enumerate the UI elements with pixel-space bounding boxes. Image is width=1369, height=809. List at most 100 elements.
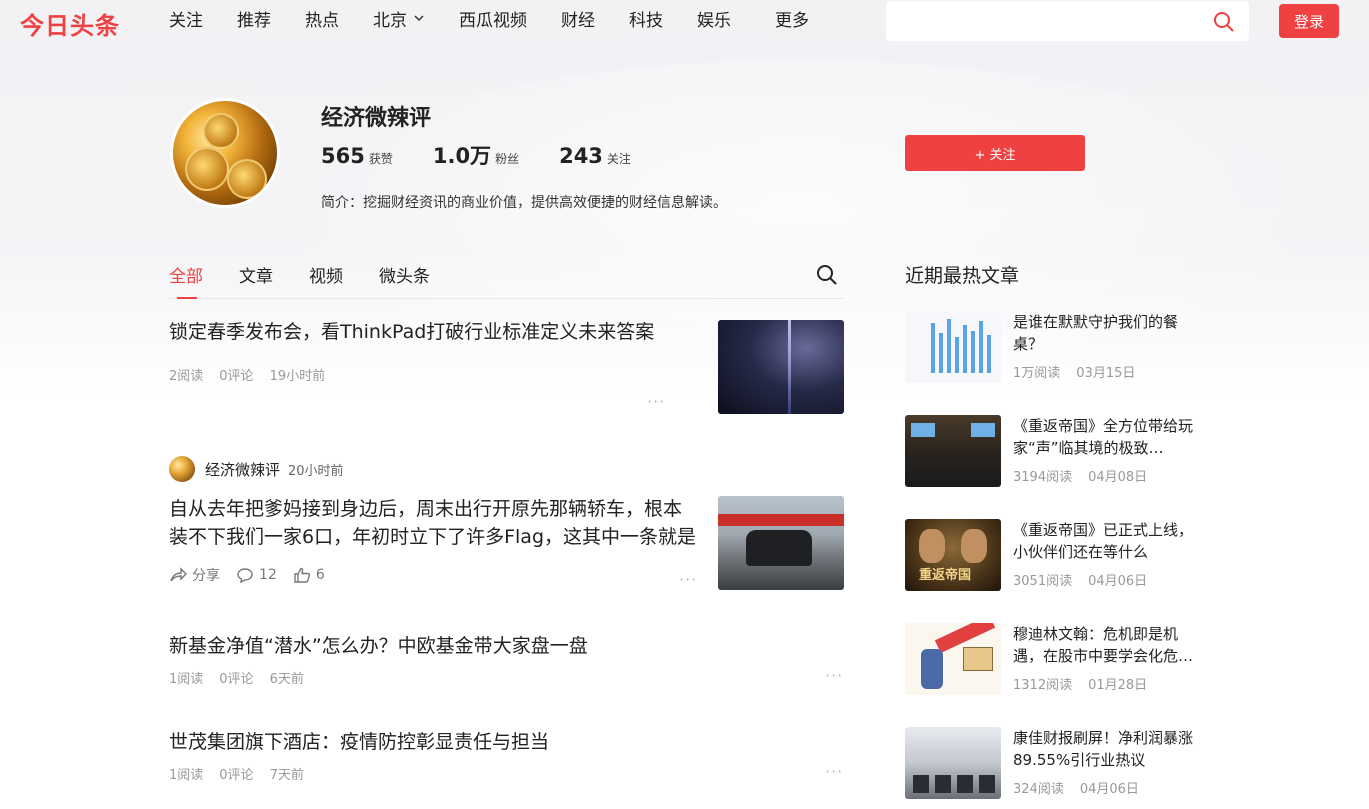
hot-article-text: 穆迪林文翰：危机即是机遇，在股市中要学会化危… 1312阅读 01月28日 — [1013, 623, 1205, 693]
hot-article-meta: 324阅读 04月06日 — [1013, 778, 1205, 797]
read-count: 3194阅读 — [1013, 470, 1073, 485]
search-input[interactable] — [886, 1, 1186, 41]
feed-title[interactable]: 世茂集团旗下酒店：疫情防控彰显责任与担当 — [169, 728, 844, 756]
nav-follow[interactable]: 关注 — [169, 10, 203, 32]
nav-entertainment[interactable]: 娱乐 — [697, 10, 731, 32]
read-count: 3051阅读 — [1013, 574, 1073, 589]
nav-xigua-video[interactable]: 西瓜视频 — [459, 10, 527, 32]
stat-likes: 565 获赞 — [321, 144, 393, 168]
feed-meta: 1阅读 0评论 6天前 — [169, 668, 844, 687]
comment-button[interactable]: 12 — [236, 567, 277, 583]
share-button[interactable]: 分享 — [169, 565, 220, 585]
hot-article-item[interactable]: 重返帝国 《重返帝国》已正式上线，小伙伴们还在等什么 3051阅读 04月06日 — [905, 519, 1205, 591]
tab-videos[interactable]: 视频 — [309, 262, 343, 299]
hot-article-meta: 1万阅读 03月15日 — [1013, 362, 1205, 381]
feed-item[interactable]: 世茂集团旗下酒店：疫情防控彰显责任与担当 1阅读 0评论 7天前 ··· — [169, 728, 844, 788]
search-icon[interactable] — [816, 264, 838, 286]
hot-article-title[interactable]: 是谁在默默守护我们的餐桌？ — [1013, 311, 1205, 355]
hot-article-text: 《重返帝国》全方位带给玩家“声”临其境的极致… 3194阅读 04月08日 — [1013, 415, 1205, 485]
tab-all[interactable]: 全部 — [169, 262, 203, 299]
post-time: 19小时前 — [269, 369, 326, 384]
stat-following-number: 243 — [559, 144, 603, 168]
hot-article-thumbnail[interactable] — [905, 727, 1001, 799]
hot-article-meta: 1312阅读 01月28日 — [1013, 674, 1205, 693]
publish-date: 04月08日 — [1088, 470, 1148, 485]
feed-title[interactable]: 自从去年把爹妈接到身边后，周末出行开原先那辆轿车，根本装不下我们一家6口，年初时… — [169, 495, 699, 551]
publish-date: 04月06日 — [1079, 782, 1139, 797]
search-icon[interactable] — [1213, 11, 1234, 32]
feed-item[interactable]: 新基金净值“潜水”怎么办？中欧基金带大家盘一盘 1阅读 0评论 6天前 ··· — [169, 632, 844, 692]
hot-article-title[interactable]: 康佳财报刷屏！净利润暴涨89.55%引行业热议 — [1013, 727, 1205, 771]
feed-item[interactable]: 经济微辣评 20小时前 自从去年把爹妈接到身边后，周末出行开原先那辆轿车，根本装… — [169, 456, 844, 596]
nav-recommend[interactable]: 推荐 — [237, 10, 271, 32]
article-thumbnail[interactable] — [718, 320, 844, 414]
hot-article-title[interactable]: 穆迪林文翰：危机即是机遇，在股市中要学会化危… — [1013, 623, 1205, 667]
publish-date: 04月06日 — [1088, 574, 1148, 589]
hot-article-meta: 3194阅读 04月08日 — [1013, 466, 1205, 485]
hot-article-thumbnail[interactable] — [905, 415, 1001, 487]
tab-articles[interactable]: 文章 — [239, 262, 273, 299]
game-logo: 重返帝国 — [919, 568, 972, 583]
nav-finance[interactable]: 财经 — [561, 10, 595, 32]
more-icon[interactable]: ··· — [825, 762, 843, 781]
hot-article-item[interactable]: 是谁在默默守护我们的餐桌？ 1万阅读 03月15日 — [905, 311, 1205, 383]
nav-city-dropdown[interactable]: 北京 — [373, 10, 425, 32]
coin-decoration — [227, 159, 267, 199]
hot-article-meta: 3051阅读 04月06日 — [1013, 570, 1205, 589]
feed-title[interactable]: 新基金净值“潜水”怎么办？中欧基金带大家盘一盘 — [169, 632, 844, 660]
author-name[interactable]: 经济微辣评 — [205, 459, 280, 480]
nav-city-label: 北京 — [373, 11, 407, 31]
hot-article-thumbnail[interactable] — [905, 623, 1001, 695]
follow-button[interactable]: + 关注 — [905, 135, 1085, 171]
comment-icon — [237, 568, 253, 583]
stat-following[interactable]: 243 关注 — [559, 144, 631, 168]
hot-article-item[interactable]: 康佳财报刷屏！净利润暴涨89.55%引行业热议 324阅读 04月06日 — [905, 727, 1205, 799]
dealership-sign-decoration — [718, 514, 844, 526]
hot-article-text: 康佳财报刷屏！净利润暴涨89.55%引行业热议 324阅读 04月06日 — [1013, 727, 1205, 797]
post-time: 6天前 — [269, 672, 304, 687]
feed-title[interactable]: 锁定春季发布会，看ThinkPad打破行业标准定义未来答案 — [169, 318, 669, 346]
author-avatar[interactable] — [169, 456, 195, 482]
hot-article-thumbnail[interactable] — [905, 311, 1001, 383]
read-count: 2阅读 — [169, 369, 204, 384]
comment-count: 0评论 — [219, 768, 254, 783]
more-icon[interactable]: ··· — [825, 666, 843, 685]
share-label: 分享 — [192, 568, 220, 584]
stat-fans[interactable]: 1.0万 粉丝 — [433, 140, 519, 170]
comment-count: 12 — [259, 567, 277, 583]
comment-count: 0评论 — [219, 672, 254, 687]
feed-item[interactable]: 锁定春季发布会，看ThinkPad打破行业标准定义未来答案 2阅读 0评论 19… — [169, 318, 844, 418]
hot-article-title[interactable]: 《重返帝国》已正式上线，小伙伴们还在等什么 — [1013, 519, 1205, 563]
post-thumbnail[interactable] — [718, 496, 844, 590]
like-count: 6 — [315, 567, 325, 583]
hot-article-item[interactable]: 《重返帝国》全方位带给玩家“声”临其境的极致… 3194阅读 04月08日 — [905, 415, 1205, 487]
hot-article-item[interactable]: 穆迪林文翰：危机即是机遇，在股市中要学会化危… 1312阅读 01月28日 — [905, 623, 1205, 695]
profile-name: 经济微辣评 — [321, 106, 432, 131]
top-header: 今日头条 关注 推荐 热点 北京 西瓜视频 财经 科技 娱乐 更多 登录 — [0, 0, 1369, 44]
more-icon[interactable]: ··· — [647, 392, 665, 411]
stat-fans-number: 1.0万 — [432, 144, 492, 168]
profile-bio: 简介：挖掘财经资讯的商业价值，提供高效便捷的财经信息解读。 — [321, 195, 727, 211]
feed-meta: 1阅读 0评论 7天前 — [169, 764, 844, 783]
read-count: 1312阅读 — [1013, 678, 1073, 693]
coin-decoration — [185, 147, 229, 191]
nav-tech[interactable]: 科技 — [629, 10, 663, 32]
stat-likes-number: 565 — [321, 144, 365, 168]
nav-more[interactable]: 更多 — [775, 10, 809, 32]
hot-article-thumbnail[interactable]: 重返帝国 — [905, 519, 1001, 591]
like-button[interactable]: 6 — [293, 567, 325, 583]
site-logo[interactable]: 今日头条 — [20, 6, 120, 41]
publish-date: 03月15日 — [1076, 366, 1136, 381]
hot-article-title[interactable]: 《重返帝国》全方位带给玩家“声”临其境的极致… — [1013, 415, 1205, 459]
content-tabs: 全部 文章 视频 微头条 — [169, 262, 844, 299]
chevron-down-icon — [413, 10, 425, 32]
author-row: 经济微辣评 20小时前 — [169, 456, 844, 482]
nav-hot[interactable]: 热点 — [305, 10, 339, 32]
post-time: 20小时前 — [288, 463, 344, 479]
stat-fans-label: 粉丝 — [495, 152, 520, 166]
read-count: 324阅读 — [1013, 782, 1064, 797]
tab-micro-posts[interactable]: 微头条 — [379, 262, 430, 299]
profile-stats: 565 获赞 1.0万 粉丝 243 关注 — [321, 140, 671, 170]
login-button[interactable]: 登录 — [1279, 4, 1339, 38]
more-icon[interactable]: ··· — [679, 570, 697, 589]
